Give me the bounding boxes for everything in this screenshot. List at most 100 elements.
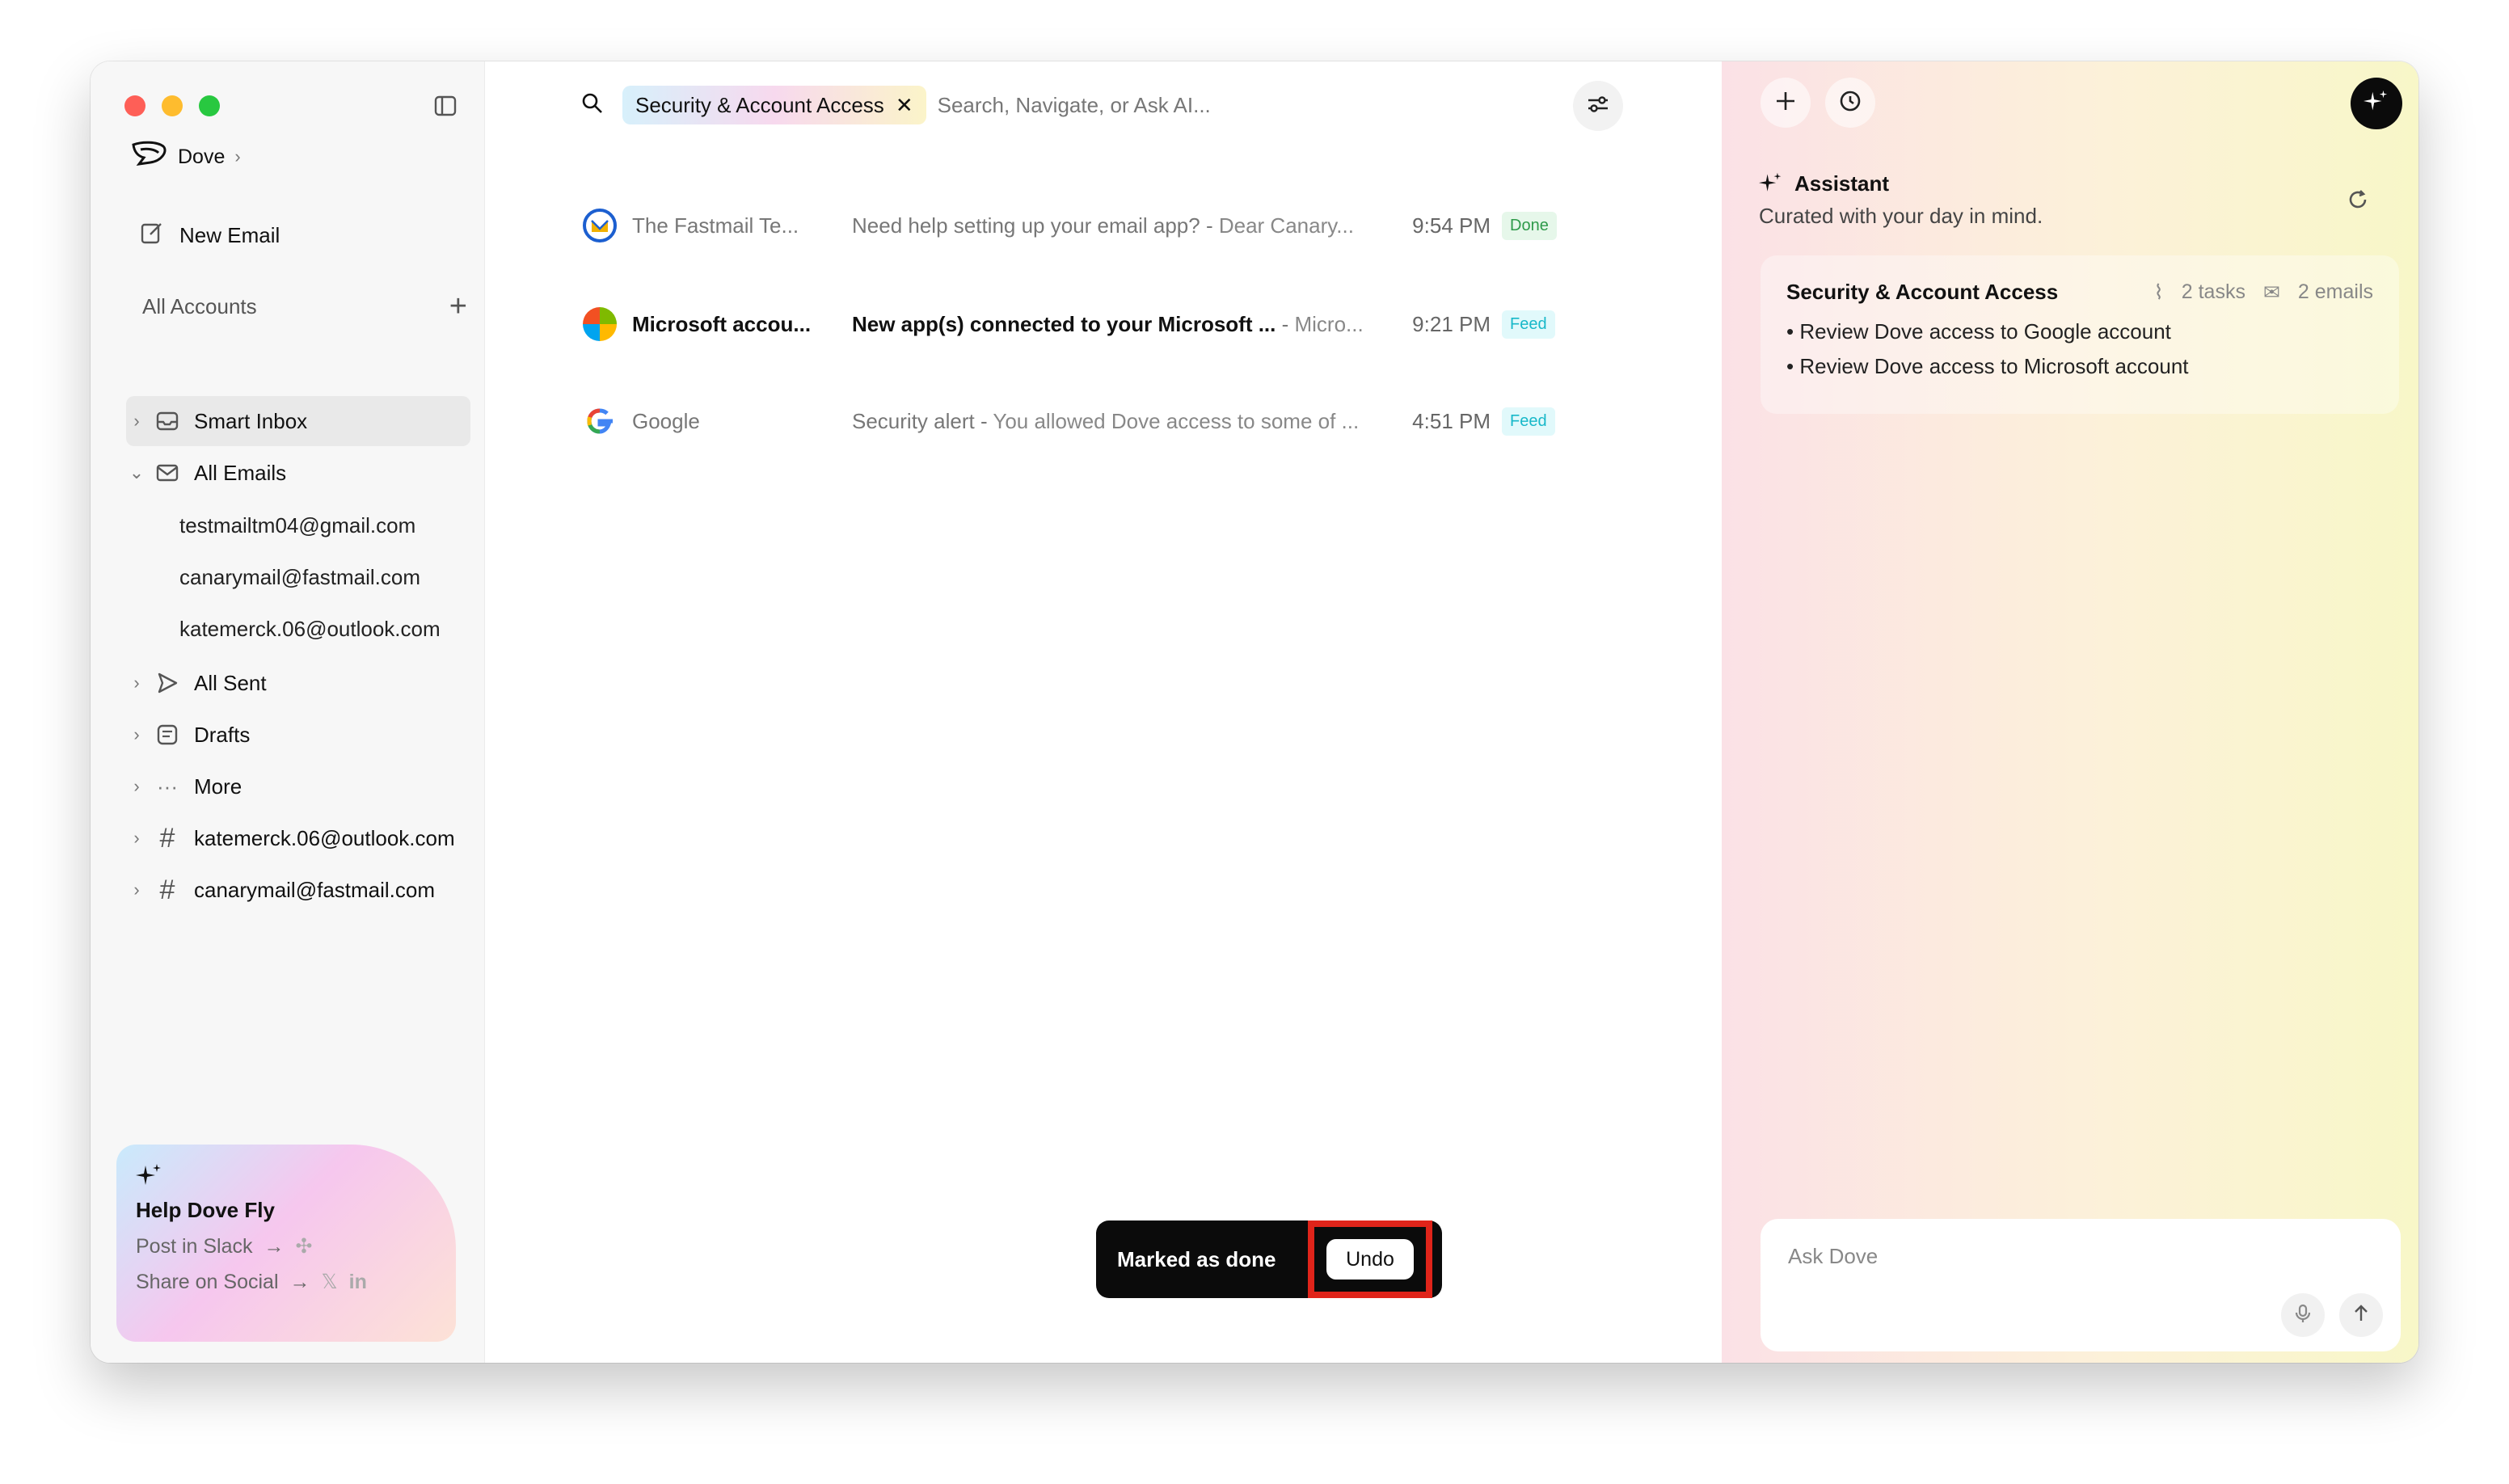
sidebar: Dove › New Email All Accounts + › Smart … <box>91 61 485 1363</box>
sparkle-icon <box>136 1162 163 1194</box>
search-bar: Security & Account Access ✕ <box>580 81 1623 131</box>
filter-button[interactable] <box>1573 81 1623 131</box>
sidebar-toggle-icon[interactable] <box>433 94 458 118</box>
send-button[interactable] <box>2339 1293 2383 1337</box>
sidebar-item-label: Drafts <box>194 722 251 747</box>
add-account-icon[interactable]: + <box>449 291 467 322</box>
post-in-slack-link[interactable]: Post in Slack → ✣ <box>136 1234 436 1258</box>
dove-logo-icon <box>131 140 168 175</box>
microsoft-logo-icon <box>580 305 619 344</box>
chevron-down-icon[interactable]: ⌄ <box>126 462 147 483</box>
task-card-meta: ⌇ 2 tasks ✉ 2 emails <box>2154 280 2373 305</box>
status-badge: Done <box>1502 211 1557 240</box>
sidebar-item-more[interactable]: › ··· More <box>126 761 470 812</box>
accounts-title: All Accounts <box>142 293 257 318</box>
close-icon[interactable]: ✕ <box>896 93 913 118</box>
status-badge: Feed <box>1502 310 1555 339</box>
sidebar-item-smart-inbox[interactable]: › Smart Inbox <box>126 396 470 446</box>
chevron-right-icon[interactable]: › <box>126 828 147 849</box>
sidebar-item-outlook-account[interactable]: › # katemerck.06@outlook.com <box>126 813 470 863</box>
hash-icon: # <box>159 874 175 905</box>
compose-icon <box>139 220 165 251</box>
status-badge: Feed <box>1502 407 1555 436</box>
sparkle-icon <box>1759 171 1783 200</box>
sidebar-item-label: katemerck.06@outlook.com <box>194 825 455 850</box>
linkedin-icon[interactable]: in <box>349 1271 367 1294</box>
email-row[interactable]: Google Security alert - You allowed Dove… <box>580 393 1617 449</box>
search-icon <box>580 91 605 120</box>
email-row[interactable]: The Fastmail Te... Need help setting up … <box>580 197 1617 254</box>
chevron-right-icon[interactable]: › <box>126 724 147 745</box>
tasks-icon: ⌇ <box>2153 280 2164 304</box>
ai-assistant-button[interactable] <box>2351 78 2402 129</box>
sub-account-item[interactable]: canarymail@fastmail.com <box>179 553 420 601</box>
close-window-button[interactable] <box>124 95 145 116</box>
task-card-header: Security & Account Access ⌇ 2 tasks ✉ 2 … <box>1786 280 2373 305</box>
ask-dove-input[interactable] <box>1786 1243 2375 1270</box>
sliders-icon <box>1585 91 1611 121</box>
search-chip-label: Security & Account Access <box>635 92 884 117</box>
app-window: Dove › New Email All Accounts + › Smart … <box>91 61 2418 1363</box>
inbox-icon <box>154 409 181 433</box>
post-in-slack-label: Post in Slack <box>136 1234 253 1258</box>
minimize-window-button[interactable] <box>162 95 183 116</box>
sidebar-item-all-emails[interactable]: ⌄ All Emails <box>126 448 470 498</box>
sidebar-item-drafts[interactable]: › Drafts <box>126 710 470 760</box>
assistant-task-card[interactable]: Security & Account Access ⌇ 2 tasks ✉ 2 … <box>1761 255 2399 414</box>
refresh-icon[interactable] <box>2346 188 2370 216</box>
add-button[interactable] <box>1761 78 1811 128</box>
chevron-right-icon[interactable]: › <box>126 411 147 432</box>
sub-account-item[interactable]: testmailtm04@gmail.com <box>179 501 415 550</box>
task-item[interactable]: • Review Dove access to Google account <box>1786 319 2373 344</box>
email-subject-text: Need help setting up your email app? <box>852 213 1200 238</box>
email-time: 4:51 PM <box>1412 408 1491 433</box>
ask-dove-box <box>1761 1219 2401 1351</box>
task-count: 2 tasks <box>2181 280 2245 303</box>
chevron-right-icon[interactable]: › <box>126 879 147 900</box>
email-preview: You allowed Dove access to some of ... <box>993 408 1360 433</box>
microphone-icon <box>2292 1303 2313 1328</box>
sub-account-item[interactable]: katemerck.06@outlook.com <box>179 605 441 653</box>
google-logo-icon <box>580 402 619 441</box>
hash-icon: # <box>159 822 175 854</box>
chevron-right-icon[interactable]: › <box>126 776 147 797</box>
sidebar-item-fastmail-account[interactable]: › # canarymail@fastmail.com <box>126 865 470 915</box>
mail-icon <box>154 461 181 485</box>
email-subject: New app(s) connected to your Microsoft .… <box>852 311 1364 336</box>
email-time: 9:21 PM <box>1412 311 1491 336</box>
chevron-right-icon[interactable]: › <box>126 672 147 694</box>
search-input[interactable] <box>935 91 1502 119</box>
search-filter-chip[interactable]: Security & Account Access ✕ <box>622 86 926 124</box>
zoom-window-button[interactable] <box>199 95 220 116</box>
email-sender: Google <box>632 408 700 433</box>
fastmail-logo-icon <box>580 206 619 245</box>
assistant-title: Assistant <box>1794 171 1890 196</box>
sidebar-item-all-sent[interactable]: › All Sent <box>126 658 470 708</box>
new-email-button[interactable]: New Email <box>139 215 280 255</box>
sidebar-item-label: More <box>194 774 242 799</box>
arrow-right-icon: → <box>264 1234 285 1258</box>
sidebar-item-label: All Emails <box>194 460 287 485</box>
more-icon: ··· <box>157 774 178 799</box>
account-switcher[interactable]: Dove › <box>131 141 241 173</box>
assistant-pane: Assistant Curated with your day in mind.… <box>1722 61 2418 1363</box>
email-subject-text: Security alert <box>852 408 975 433</box>
brand-name: Dove <box>178 145 226 168</box>
history-button[interactable] <box>1825 78 1875 128</box>
email-subject-text: New app(s) connected to your Microsoft .… <box>852 311 1276 336</box>
task-item[interactable]: • Review Dove access to Microsoft accoun… <box>1786 354 2373 379</box>
undo-button[interactable]: Undo <box>1326 1239 1414 1280</box>
x-twitter-icon[interactable]: 𝕏 <box>322 1270 338 1294</box>
email-row[interactable]: Microsoft accou... New app(s) connected … <box>580 296 1617 352</box>
task-card-title: Security & Account Access <box>1786 280 2059 304</box>
share-on-social-link[interactable]: Share on Social → 𝕏 in <box>136 1270 436 1294</box>
arrow-up-icon <box>2351 1303 2372 1328</box>
email-list-pane: Security & Account Access ✕ The Fastmail… <box>485 61 1722 1363</box>
send-icon <box>154 671 181 695</box>
microphone-button[interactable] <box>2281 1293 2325 1337</box>
email-count: 2 emails <box>2297 280 2373 303</box>
chevron-right-icon: › <box>234 146 241 167</box>
email-subject: Security alert - You allowed Dove access… <box>852 408 1360 433</box>
email-preview: Micro... <box>1294 311 1364 336</box>
sidebar-item-label: canarymail@fastmail.com <box>194 877 436 902</box>
